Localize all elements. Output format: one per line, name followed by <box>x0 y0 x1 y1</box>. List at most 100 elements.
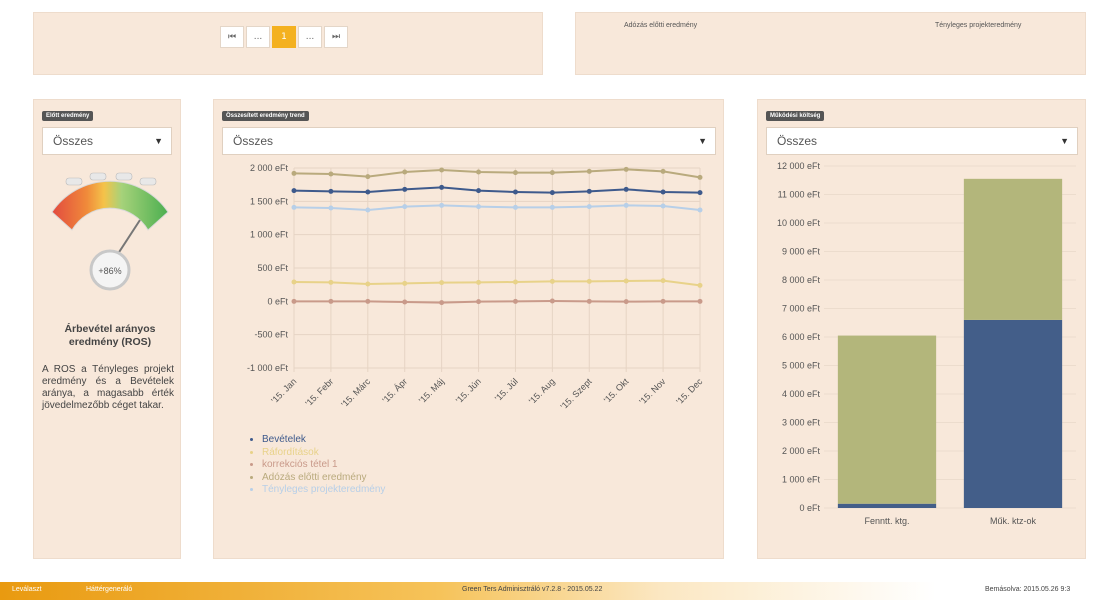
y-tick-label: 1 000 eFt <box>250 230 289 240</box>
data-point <box>697 190 703 196</box>
footer-link-detach[interactable]: Leválaszt <box>12 586 42 593</box>
data-point <box>402 204 408 210</box>
data-point <box>291 188 297 194</box>
top-legend-right: Tényleges projekteredmény <box>935 22 1022 29</box>
last-page-button[interactable]: ⏭ <box>324 26 348 48</box>
data-point <box>439 300 445 306</box>
ros-title: Árbevétel arányos eredmény (ROS) <box>64 323 156 348</box>
series-line <box>293 186 701 194</box>
legend-item[interactable]: korrekciós tétel 1 <box>262 459 385 472</box>
data-point <box>623 278 629 284</box>
cost-filter-value: Összes <box>777 134 818 148</box>
bar-segment <box>963 319 1063 508</box>
cost-panel-tag: Működési költség <box>766 111 825 121</box>
x-tick-label: '15. Jan <box>269 376 298 405</box>
ros-description: A ROS a Tényleges projekt eredmény és a … <box>42 364 174 411</box>
data-point <box>512 189 518 195</box>
y-tick-label: 6 000 eFt <box>782 332 821 342</box>
x-tick-label: '15. Júl <box>493 376 520 403</box>
y-tick-label: 2 000 eFt <box>782 446 821 456</box>
y-tick-label: -500 eFt <box>254 330 288 340</box>
data-point <box>549 170 555 176</box>
data-point <box>697 207 703 213</box>
x-tick-label: '15. Febr <box>303 376 335 408</box>
bar-segment <box>837 335 937 504</box>
y-tick-label: 1 500 eFt <box>250 196 289 206</box>
series-line <box>294 299 700 304</box>
data-point <box>660 278 666 284</box>
series-line <box>293 279 701 287</box>
footer-version: Green Ters Adminisztráló v7.2.8 - 2015.0… <box>462 586 603 593</box>
data-point <box>586 188 592 194</box>
data-point <box>328 205 334 211</box>
data-point <box>586 278 592 284</box>
ros-filter-select[interactable]: Összes ▼ <box>42 127 172 155</box>
data-point <box>402 186 408 192</box>
ros-gauge-value: +86% <box>98 266 121 276</box>
y-tick-label: -1 000 eFt <box>247 363 289 373</box>
legend-item[interactable]: Ráfordítások <box>262 447 385 460</box>
data-point <box>328 171 334 177</box>
data-point <box>328 298 334 304</box>
x-tick-label: '15. Nov <box>637 376 668 407</box>
y-tick-label: 0 eFt <box>267 296 288 306</box>
x-tick-label: '15. Okt <box>602 376 631 405</box>
trend-panel-tag: Összesített eredmény trend <box>222 111 309 121</box>
data-point <box>586 298 592 304</box>
ellipsis-left: ... <box>246 26 270 48</box>
legend-item[interactable]: Tényleges projekteredmény <box>262 484 385 497</box>
y-tick-label: 8 000 eFt <box>782 275 821 285</box>
data-point <box>439 202 445 208</box>
ellipsis-right: ... <box>298 26 322 48</box>
data-point <box>623 299 629 305</box>
data-point <box>328 279 334 285</box>
y-tick-label: 5 000 eFt <box>782 361 821 371</box>
current-page-button[interactable]: 1 <box>272 26 296 48</box>
y-tick-label: 0 eFt <box>799 503 820 513</box>
cost-filter-select[interactable]: Összes ▼ <box>766 127 1078 155</box>
x-tick-label: '15. Szept <box>559 376 595 412</box>
ros-gauge: +86% <box>51 172 169 291</box>
data-point <box>623 186 629 192</box>
ros-panel-tag: Előtt eredmény <box>42 111 94 121</box>
data-point <box>291 170 297 176</box>
data-point <box>697 298 703 304</box>
legend-item[interactable]: Bevételek <box>262 434 385 447</box>
x-tick-label: '15. Máj <box>417 376 446 405</box>
data-point <box>402 280 408 286</box>
cost-bar-chart: 12 000 eFt 11 000 eFt 10 000 eFt 9 000 eFt 8… <box>777 161 1076 526</box>
trend-filter-select[interactable]: Összes ▼ <box>222 127 716 155</box>
data-point <box>512 170 518 176</box>
data-point <box>439 280 445 286</box>
data-point <box>402 169 408 175</box>
chevron-down-icon: ▼ <box>698 136 707 146</box>
data-point <box>660 203 666 209</box>
data-point <box>365 189 371 195</box>
data-point <box>476 204 482 210</box>
x-tick-label: '15. Jún <box>454 376 483 405</box>
data-point <box>697 282 703 288</box>
footer-link-background[interactable]: Háttérgeneráló <box>86 586 132 593</box>
bar-segment <box>837 503 937 508</box>
y-tick-label: 10 000 eFt <box>777 218 821 228</box>
series-line <box>293 204 701 212</box>
y-tick-label: 12 000 eFt <box>777 161 821 171</box>
data-point <box>586 204 592 210</box>
y-tick-label: 4 000 eFt <box>782 389 821 399</box>
footer-bar: Leválaszt Háttérgeneráló Green Ters Admi… <box>0 582 1101 600</box>
data-point <box>549 298 555 304</box>
data-point <box>328 188 334 194</box>
x-tick-label: '15. Márc <box>339 376 372 409</box>
first-page-button[interactable]: ⏮ <box>220 26 244 48</box>
data-point <box>365 298 371 304</box>
data-point <box>365 207 371 213</box>
legend-item[interactable]: Adózás előtti eredmény <box>262 472 385 485</box>
trend-legend: BevételekRáfordításokkorrekciós tétel 1A… <box>256 434 385 497</box>
data-point <box>402 299 408 305</box>
data-point <box>660 189 666 195</box>
y-tick-label: 11 000 eFt <box>778 190 821 200</box>
y-tick-label: 2 000 eFt <box>250 163 289 173</box>
data-point <box>512 204 518 210</box>
top-legend-left: Adózás előtti eredmény <box>624 22 698 29</box>
data-point <box>365 174 371 180</box>
